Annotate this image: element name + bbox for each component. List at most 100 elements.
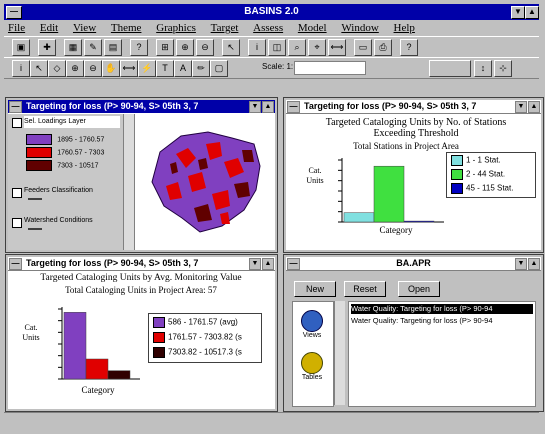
legend-swatch-blue [451, 183, 463, 194]
edit-icon[interactable]: ✎ [84, 39, 102, 56]
tool-bar: i ↖ ◇ ⊕ ⊖ ✋ ⟷ ⚡ T A ✏ ▢ Scale: 1: ↕ ⊹ [4, 57, 539, 79]
pointer-tool-icon[interactable]: ↖ [30, 60, 48, 77]
bar-3 [403, 220, 435, 223]
menu-edit[interactable]: Edit [40, 22, 58, 34]
help-icon[interactable]: ? [400, 39, 418, 56]
misc-tool-icon[interactable]: ⊹ [494, 60, 512, 77]
open-button[interactable]: Open [398, 281, 440, 297]
measure-tool-icon[interactable]: ⟷ [120, 60, 138, 77]
coordinate-display [429, 60, 471, 77]
chart2-legend: 586 - 1761.57 (avg) 1761.57 - 7303.82 (s… [148, 313, 262, 363]
draw-tool-icon[interactable]: ✏ [192, 60, 210, 77]
chart1-subtitle: Total Stations in Project Area [353, 141, 459, 151]
window-menu-icon[interactable]: — [9, 258, 22, 270]
list-item[interactable]: Water Quality: Targeting for loss (P> 90… [351, 316, 533, 326]
cursor-tool-icon[interactable]: ↕ [474, 60, 492, 77]
menu-assess[interactable]: Assess [253, 22, 283, 34]
identify-icon[interactable]: i [248, 39, 266, 56]
info-tool-icon[interactable]: i [12, 60, 30, 77]
menu-file[interactable]: File [8, 22, 25, 34]
layout-icon[interactable]: ▭ [354, 39, 372, 56]
zoom-full-icon[interactable]: ⊞ [156, 39, 174, 56]
list-item-selected[interactable]: Water Quality: Targeting for loss (P> 90… [351, 304, 533, 314]
layer2-checkbox[interactable] [12, 188, 22, 198]
project-titlebar: — BA.APR ▼ ▲ [286, 257, 541, 271]
chart1-titlebar: — Targeting for loss (P> 90-94, S> 05th … [286, 100, 541, 114]
vertex-tool-icon[interactable]: ◇ [48, 60, 66, 77]
find-icon[interactable]: ⌕ [288, 39, 306, 56]
app-title: BASINS 2.0 [244, 6, 299, 17]
add-theme-icon[interactable]: ✚ [38, 39, 56, 56]
maximize-button[interactable]: ▲ [262, 101, 274, 113]
save-icon[interactable]: ▣ [12, 39, 30, 56]
tables-label[interactable]: Tables [293, 374, 331, 381]
minimize-button[interactable]: ▼ [515, 258, 527, 270]
legend-swatch-green [451, 169, 463, 180]
maximize-button[interactable]: ▲ [525, 6, 539, 19]
menu-view[interactable]: View [73, 22, 96, 34]
maximize-button[interactable]: ▲ [528, 258, 540, 270]
menu-theme[interactable]: Theme [111, 22, 142, 34]
layer-visibility-checkbox[interactable] [12, 118, 22, 128]
views-label[interactable]: Views [293, 332, 331, 339]
layer2-label[interactable]: Feeders Classification [24, 187, 93, 194]
locate-icon[interactable]: ⌖ [308, 39, 326, 56]
legend-swatch-cyan [451, 155, 463, 166]
chart1-window: — Targeting for loss (P> 90-94, S> 05th … [283, 97, 544, 253]
layer3-label[interactable]: Watershed Conditions [24, 217, 93, 224]
new-button[interactable]: New [294, 281, 336, 297]
minimize-button[interactable]: ▼ [515, 101, 527, 113]
views-icon[interactable] [301, 310, 323, 332]
menu-target[interactable]: Target [211, 22, 239, 34]
chart2-ylabel: Cat. Units [22, 323, 40, 342]
minimize-button[interactable]: ▼ [249, 101, 261, 113]
window-menu-icon[interactable]: — [9, 101, 22, 113]
print-icon[interactable]: ⎙ [374, 39, 392, 56]
minimize-button[interactable]: ▼ [511, 6, 525, 19]
legend-swatch-red [153, 332, 165, 343]
layer3-checkbox[interactable] [12, 218, 22, 228]
button-bar: ▣ ✚ ▦ ✎ ▤ ? ⊞ ⊕ ⊖ ↖ i ◫ ⌕ ⌖ ⟷ ▭ ⎙ ? [4, 36, 539, 58]
window-menu-icon[interactable]: — [287, 258, 300, 270]
select-icon[interactable]: ◫ [268, 39, 286, 56]
zoom-in-tool-icon[interactable]: ⊕ [66, 60, 84, 77]
legend-item-2: 1760.57 - 7303 [26, 147, 104, 159]
reset-button[interactable]: Reset [344, 281, 386, 297]
measure-icon[interactable]: ⟷ [328, 39, 346, 56]
active-layer-label[interactable]: Sel. Loadings Layer [24, 116, 120, 128]
maximize-button[interactable]: ▲ [528, 101, 540, 113]
shape-tool-icon[interactable]: ▢ [210, 60, 228, 77]
maximize-button[interactable]: ▲ [262, 258, 274, 270]
legend-item-3: 7303 - 10517 [26, 160, 99, 172]
text-tool-icon[interactable]: A [174, 60, 192, 77]
map-view-window: — Targeting for loss (P> 90-94, S> 05th … [5, 97, 278, 253]
legend-swatch-purple [26, 134, 52, 145]
menu-model[interactable]: Model [298, 22, 327, 34]
menu-graphics[interactable]: Graphics [156, 22, 196, 34]
zoom-out-icon[interactable]: ⊖ [196, 39, 214, 56]
map-canvas[interactable] [136, 114, 275, 250]
doc-type-scrollbar[interactable] [334, 301, 345, 405]
pan-tool-icon[interactable]: ✋ [102, 60, 120, 77]
doc-type-list: Views Tables [292, 301, 334, 407]
zoom-in-icon[interactable]: ⊕ [176, 39, 194, 56]
toc-scrollbar[interactable] [123, 114, 134, 250]
table-icon[interactable]: ▦ [64, 39, 82, 56]
tables-icon[interactable] [301, 352, 323, 374]
scale-input[interactable] [294, 61, 366, 75]
pointer-icon[interactable]: ↖ [222, 39, 240, 56]
chart2-legend-item-2: 1761.57 - 7303.82 (s [153, 332, 242, 344]
chart-icon[interactable]: ▤ [104, 39, 122, 56]
chart2-window: — Targeting for loss (P> 90-94, S> 05th … [5, 254, 278, 412]
system-menu-icon[interactable]: — [6, 6, 22, 19]
window-menu-icon[interactable]: — [287, 101, 300, 113]
chart2-xlabel: Category [81, 385, 115, 395]
query-icon[interactable]: ? [130, 39, 148, 56]
menu-help[interactable]: Help [394, 22, 415, 34]
zoom-out-tool-icon[interactable]: ⊖ [84, 60, 102, 77]
hotlink-tool-icon[interactable]: ⚡ [138, 60, 156, 77]
label-tool-icon[interactable]: T [156, 60, 174, 77]
minimize-button[interactable]: ▼ [249, 258, 261, 270]
menu-window[interactable]: Window [341, 22, 378, 34]
layer3-line-symbol [28, 228, 42, 230]
